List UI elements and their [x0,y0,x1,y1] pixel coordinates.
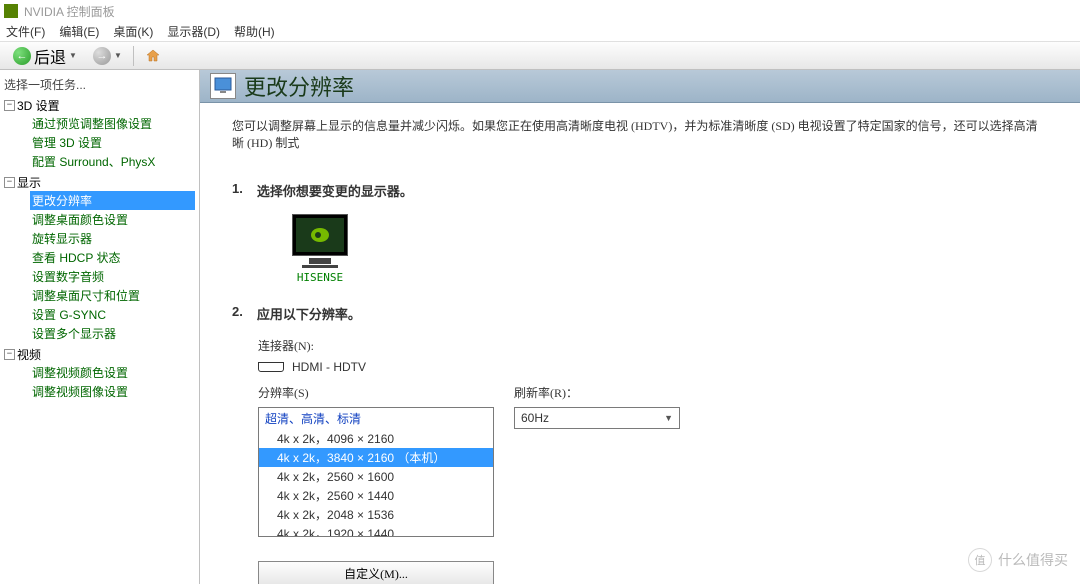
monitor-label: HISENSE [288,271,352,284]
page-title: 更改分辨率 [244,70,354,102]
step-1: 1. 选择你想要变更的显示器。 [232,181,1048,200]
forward-button[interactable]: → ▼ [88,44,127,68]
resolution-option[interactable]: 4k x 2k，2560 × 1440 [259,486,493,505]
tree-item[interactable]: 调整视频颜色设置 [30,363,195,382]
tree-category-display[interactable]: −显示 [4,174,195,191]
step-2: 2. 应用以下分辨率。 [232,304,1048,323]
nav-tree: −3D 设置 通过预览调整图像设置管理 3D 设置配置 Surround、Phy… [4,97,195,401]
forward-dropdown-icon[interactable]: ▼ [114,51,122,60]
menu-display[interactable]: 显示器(D) [167,23,220,40]
collapse-icon[interactable]: − [4,177,15,188]
tree-item[interactable]: 设置数字音频 [30,267,195,286]
refresh-select[interactable]: 60Hz ▼ [514,407,680,429]
resolution-option[interactable]: 4k x 2k，2048 × 1536 [259,505,493,524]
app-icon [4,4,18,18]
tree-item[interactable]: 更改分辨率 [30,191,195,210]
menu-help[interactable]: 帮助(H) [234,23,275,40]
description-text: 您可以调整屏幕上显示的信息量并减少闪烁。如果您正在使用高清晰度电视 (HDTV)… [232,117,1048,151]
monitor-selector[interactable]: HISENSE [288,214,352,284]
refresh-label: 刷新率(R)： [514,384,680,401]
nvidia-logo-icon [307,225,333,245]
resolution-group: 超清、高清、标清 [259,408,493,429]
tree-item[interactable]: 查看 HDCP 状态 [30,248,195,267]
tree-item[interactable]: 管理 3D 设置 [30,133,195,152]
tree-item[interactable]: 旋转显示器 [30,229,195,248]
menu-desktop[interactable]: 桌面(K) [113,23,153,40]
tree-item[interactable]: 调整桌面颜色设置 [30,210,195,229]
tree-item[interactable]: 配置 Surround、PhysX [30,152,195,171]
custom-button[interactable]: 自定义(M)... [258,561,494,584]
tree-category-3d[interactable]: −3D 设置 [4,97,195,114]
connector-value: HDMI - HDTV [292,360,366,374]
watermark: 值 什么值得买 [968,548,1068,572]
collapse-icon[interactable]: − [4,100,15,111]
resolution-label: 分辨率(S) [258,384,494,401]
hdmi-icon [258,362,284,372]
connector-label: 连接器(N): [258,337,1048,354]
back-label: 后退 [34,44,66,68]
back-button[interactable]: ← 后退 ▼ [8,41,82,71]
tree-item[interactable]: 调整视频图像设置 [30,382,195,401]
tree-item[interactable]: 调整桌面尺寸和位置 [30,286,195,305]
menu-edit[interactable]: 编辑(E) [59,23,99,40]
menu-file[interactable]: 文件(F) [6,23,45,40]
tree-category-video[interactable]: −视频 [4,346,195,363]
resolution-option[interactable]: 4k x 2k，1920 × 1440 [259,524,493,537]
tree-item[interactable]: 设置 G-SYNC [30,305,195,324]
resolution-option[interactable]: 4k x 2k，4096 × 2160 [259,429,493,448]
header-icon [210,73,236,99]
forward-icon: → [93,47,111,65]
window-title: NVIDIA 控制面板 [24,3,115,20]
task-label: 选择一项任务... [4,76,195,93]
resolution-option[interactable]: 4k x 2k，3840 × 2160 （本机） [259,448,493,467]
toolbar-separator [133,46,134,66]
home-icon [145,48,161,64]
tree-item[interactable]: 通过预览调整图像设置 [30,114,195,133]
resolution-listbox[interactable]: 超清、高清、标清 4k x 2k，4096 × 21604k x 2k，3840… [258,407,494,537]
collapse-icon[interactable]: − [4,349,15,360]
dropdown-icon: ▼ [664,413,673,423]
sidebar: 选择一项任务... −3D 设置 通过预览调整图像设置管理 3D 设置配置 Su… [0,70,200,584]
home-button[interactable] [140,45,166,67]
content-header: 更改分辨率 [200,70,1080,103]
back-icon: ← [13,47,31,65]
back-dropdown-icon[interactable]: ▼ [69,51,77,60]
tree-item[interactable]: 设置多个显示器 [30,324,195,343]
resolution-option[interactable]: 4k x 2k，2560 × 1600 [259,467,493,486]
